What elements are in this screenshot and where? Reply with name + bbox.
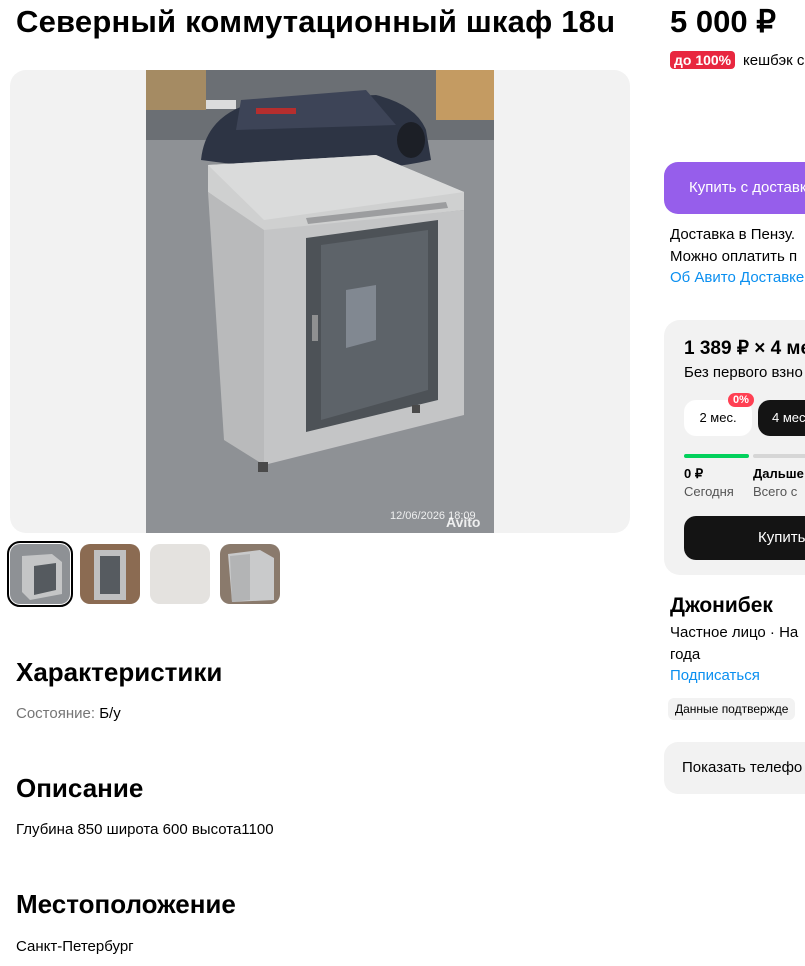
later-label: Всего с [753, 484, 798, 499]
listing-title: Северный коммутационный шкаф 18u [16, 4, 616, 39]
buy-with-delivery-button[interactable]: Купить с доставк [664, 162, 805, 214]
main-photo-gallery[interactable]: 12/06/2026 18:09 Avito [10, 70, 630, 533]
listing-price: 5 000 ₽ [670, 4, 776, 39]
cashback-text: кешбэк с [743, 52, 805, 69]
avito-watermark: Avito [446, 514, 481, 530]
condition-row: Состояние: Б/у [16, 705, 121, 722]
seller-name[interactable]: Джонибек [670, 594, 773, 618]
thumbnail-4[interactable] [220, 544, 280, 604]
installment-amount: 1 389 ₽ × 4 ме [684, 338, 805, 359]
installment-subtitle: Без первого взно [684, 364, 803, 381]
zero-percent-badge: 0% [728, 393, 754, 407]
main-photo[interactable]: 12/06/2026 18:09 Avito [146, 70, 494, 533]
installment-buy-button[interactable]: Купить [684, 516, 805, 560]
subscribe-link[interactable]: Подписаться [670, 667, 760, 684]
installment-option-4-months[interactable]: 4 мес [758, 400, 805, 436]
later-amount: Дальше [753, 466, 804, 481]
condition-label: Состояние: [16, 705, 96, 722]
description-text: Глубина 850 широта 600 высота1100 [16, 821, 274, 838]
cashback-badge: до 100% [670, 51, 736, 69]
delivery-line-2: Можно оплатить п [670, 248, 798, 265]
description-heading: Описание [16, 773, 144, 803]
progress-today-bar [684, 454, 749, 458]
delivery-info-link[interactable]: Об Авито Доставке [670, 269, 804, 286]
delivery-line-1: Доставка в Пензу. [670, 226, 796, 243]
location-heading: Местоположение [16, 889, 236, 919]
show-phone-button[interactable]: Показать телефо [664, 742, 805, 794]
verified-data-badge: Данные подтвержде [668, 698, 796, 720]
condition-value: Б/у [99, 705, 121, 722]
progress-later-bar [753, 454, 805, 458]
today-label: Сегодня [684, 484, 734, 499]
today-amount: 0 ₽ [684, 466, 704, 481]
thumbnail-3[interactable] [150, 544, 210, 604]
seller-type: Частное лицо · На [670, 624, 799, 641]
thumbnail-1[interactable] [7, 541, 73, 607]
specs-heading: Характеристики [16, 657, 223, 687]
thumbnail-2[interactable] [80, 544, 140, 604]
seller-since: года [670, 646, 701, 663]
location-city: Санкт-Петербург [16, 938, 134, 955]
